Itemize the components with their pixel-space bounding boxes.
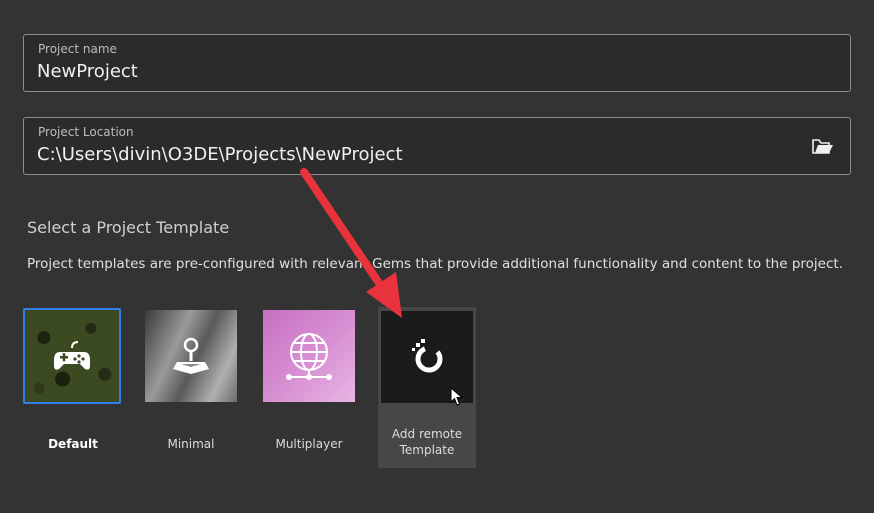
template-minimal-thumbnail[interactable] bbox=[145, 310, 237, 402]
template-section-description: Project templates are pre-configured wit… bbox=[27, 256, 843, 272]
project-location-input[interactable]: C:\Users\divin\O3DE\Projects\NewProject bbox=[37, 144, 403, 165]
template-multiplayer[interactable]: Multiplayer bbox=[259, 308, 359, 452]
template-add-remote-label-line2: Template bbox=[399, 443, 455, 457]
gamepad-icon bbox=[54, 341, 90, 370]
o3de-logo-icon bbox=[412, 339, 443, 373]
folder-open-icon bbox=[812, 139, 833, 154]
template-multiplayer-label: Multiplayer bbox=[275, 437, 343, 451]
template-add-remote-label-line1: Add remote bbox=[391, 427, 463, 441]
globe-network-icon bbox=[286, 333, 332, 380]
template-minimal[interactable]: Minimal bbox=[141, 308, 241, 452]
template-default-label: Default bbox=[48, 437, 98, 451]
template-default-thumbnail[interactable] bbox=[23, 308, 121, 404]
mouse-cursor-icon bbox=[450, 387, 464, 406]
project-name-field[interactable]: Project name NewProject bbox=[23, 34, 851, 92]
template-section-title: Select a Project Template bbox=[27, 218, 230, 237]
project-name-input[interactable]: NewProject bbox=[37, 61, 138, 82]
project-location-label: Project Location bbox=[38, 125, 134, 139]
template-multiplayer-thumbnail[interactable] bbox=[263, 310, 355, 402]
project-location-field[interactable]: Project Location C:\Users\divin\O3DE\Pro… bbox=[23, 117, 851, 175]
joystick-icon bbox=[173, 337, 209, 374]
browse-location-button[interactable] bbox=[810, 133, 836, 159]
project-name-label: Project name bbox=[38, 42, 117, 56]
create-project-panel: Project name NewProject Project Location… bbox=[0, 0, 874, 513]
template-minimal-label: Minimal bbox=[167, 437, 215, 451]
template-default[interactable]: Default bbox=[23, 308, 123, 452]
template-add-remote-label: Add remote Template bbox=[378, 426, 476, 458]
